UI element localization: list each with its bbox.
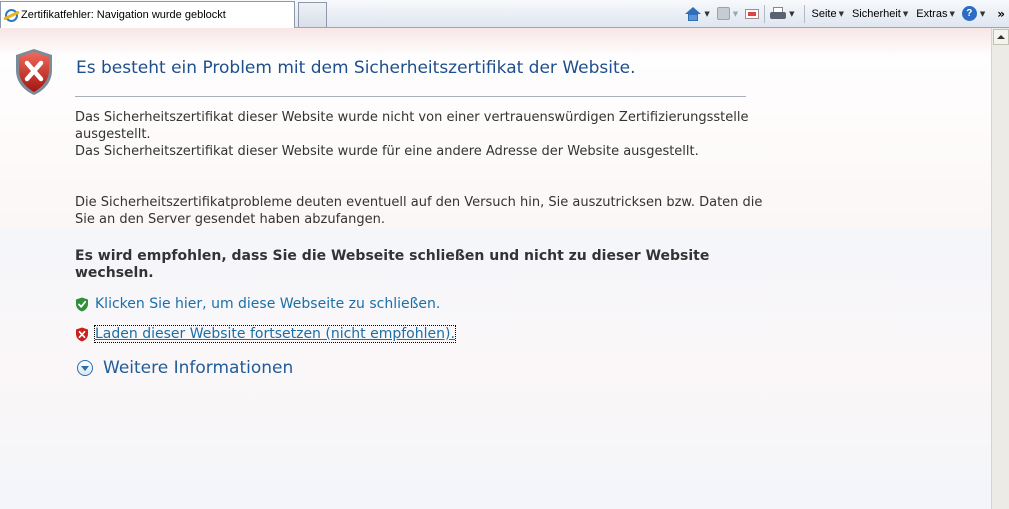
error-description-1: Das Sicherheitszertifikat dieser Website… bbox=[75, 110, 749, 142]
tools-menu-button[interactable]: Extras bbox=[916, 8, 947, 20]
error-shield-icon bbox=[16, 49, 52, 95]
new-tab-button[interactable] bbox=[298, 2, 327, 27]
toolbar-separator bbox=[764, 4, 766, 23]
expand-arrow-icon[interactable] bbox=[77, 360, 93, 376]
error-description-3: Die Sicherheitszertifikatprobleme deuten… bbox=[75, 195, 763, 227]
print-icon[interactable] bbox=[770, 6, 787, 21]
security-menu-caret[interactable]: ▼ bbox=[903, 10, 908, 18]
help-icon[interactable]: ? bbox=[961, 6, 977, 21]
vertical-scrollbar[interactable] bbox=[991, 28, 1009, 509]
help-menu-caret[interactable]: ▼ bbox=[980, 10, 985, 18]
continue-row: Laden dieser Website fortsetzen (nicht e… bbox=[75, 325, 456, 343]
home-icon[interactable] bbox=[685, 6, 702, 21]
tab-title: Zertifikatfehler: Navigation wurde geblo… bbox=[21, 9, 226, 21]
page-title: Es besteht ein Problem mit dem Sicherhei… bbox=[76, 58, 636, 78]
toolbar-separator bbox=[804, 4, 806, 23]
scroll-up-button[interactable] bbox=[993, 29, 1009, 45]
close-page-link[interactable]: Klicken Sie hier, um diese Webseite zu s… bbox=[95, 296, 440, 312]
feed-icon[interactable] bbox=[716, 7, 730, 20]
green-check-shield-icon bbox=[76, 297, 88, 311]
print-dropdown-caret[interactable]: ▼ bbox=[789, 10, 794, 18]
error-description-2: Das Sicherheitszertifikat dieser Website… bbox=[75, 144, 699, 159]
page-menu-button[interactable]: Seite bbox=[811, 8, 836, 20]
continue-to-website-link[interactable]: Laden dieser Website fortsetzen (nicht e… bbox=[94, 325, 456, 343]
recommendation-text: Es wird empfohlen, dass Sie die Webseite… bbox=[75, 248, 710, 281]
page-content: Es besteht ein Problem mit dem Sicherhei… bbox=[0, 28, 991, 509]
more-information-toggle[interactable]: Weitere Informationen bbox=[77, 358, 293, 378]
ie-page-icon bbox=[5, 8, 18, 22]
feed-dropdown-caret[interactable]: ▼ bbox=[733, 10, 738, 18]
red-x-shield-icon bbox=[76, 327, 88, 341]
page-menu-caret[interactable]: ▼ bbox=[839, 10, 844, 18]
browser-tab-active[interactable]: Zertifikatfehler: Navigation wurde geblo… bbox=[0, 1, 295, 28]
more-information-label[interactable]: Weitere Informationen bbox=[103, 358, 293, 378]
browser-toolbar: Zertifikatfehler: Navigation wurde geblo… bbox=[0, 0, 1009, 28]
heading-divider bbox=[75, 96, 746, 97]
tools-menu-caret[interactable]: ▼ bbox=[949, 10, 954, 18]
close-page-row: Klicken Sie hier, um diese Webseite zu s… bbox=[75, 296, 440, 312]
command-bar: ▼ ▼ ▼ Seite ▼ Sicherheit ▼ Extras ▼ ? ▼ … bbox=[684, 0, 1009, 27]
header-tint bbox=[0, 28, 991, 58]
mail-icon[interactable] bbox=[745, 8, 760, 19]
toolbar-overflow-chevron[interactable]: » bbox=[997, 7, 1005, 21]
security-menu-button[interactable]: Sicherheit bbox=[852, 8, 901, 20]
home-dropdown-caret[interactable]: ▼ bbox=[704, 10, 709, 18]
